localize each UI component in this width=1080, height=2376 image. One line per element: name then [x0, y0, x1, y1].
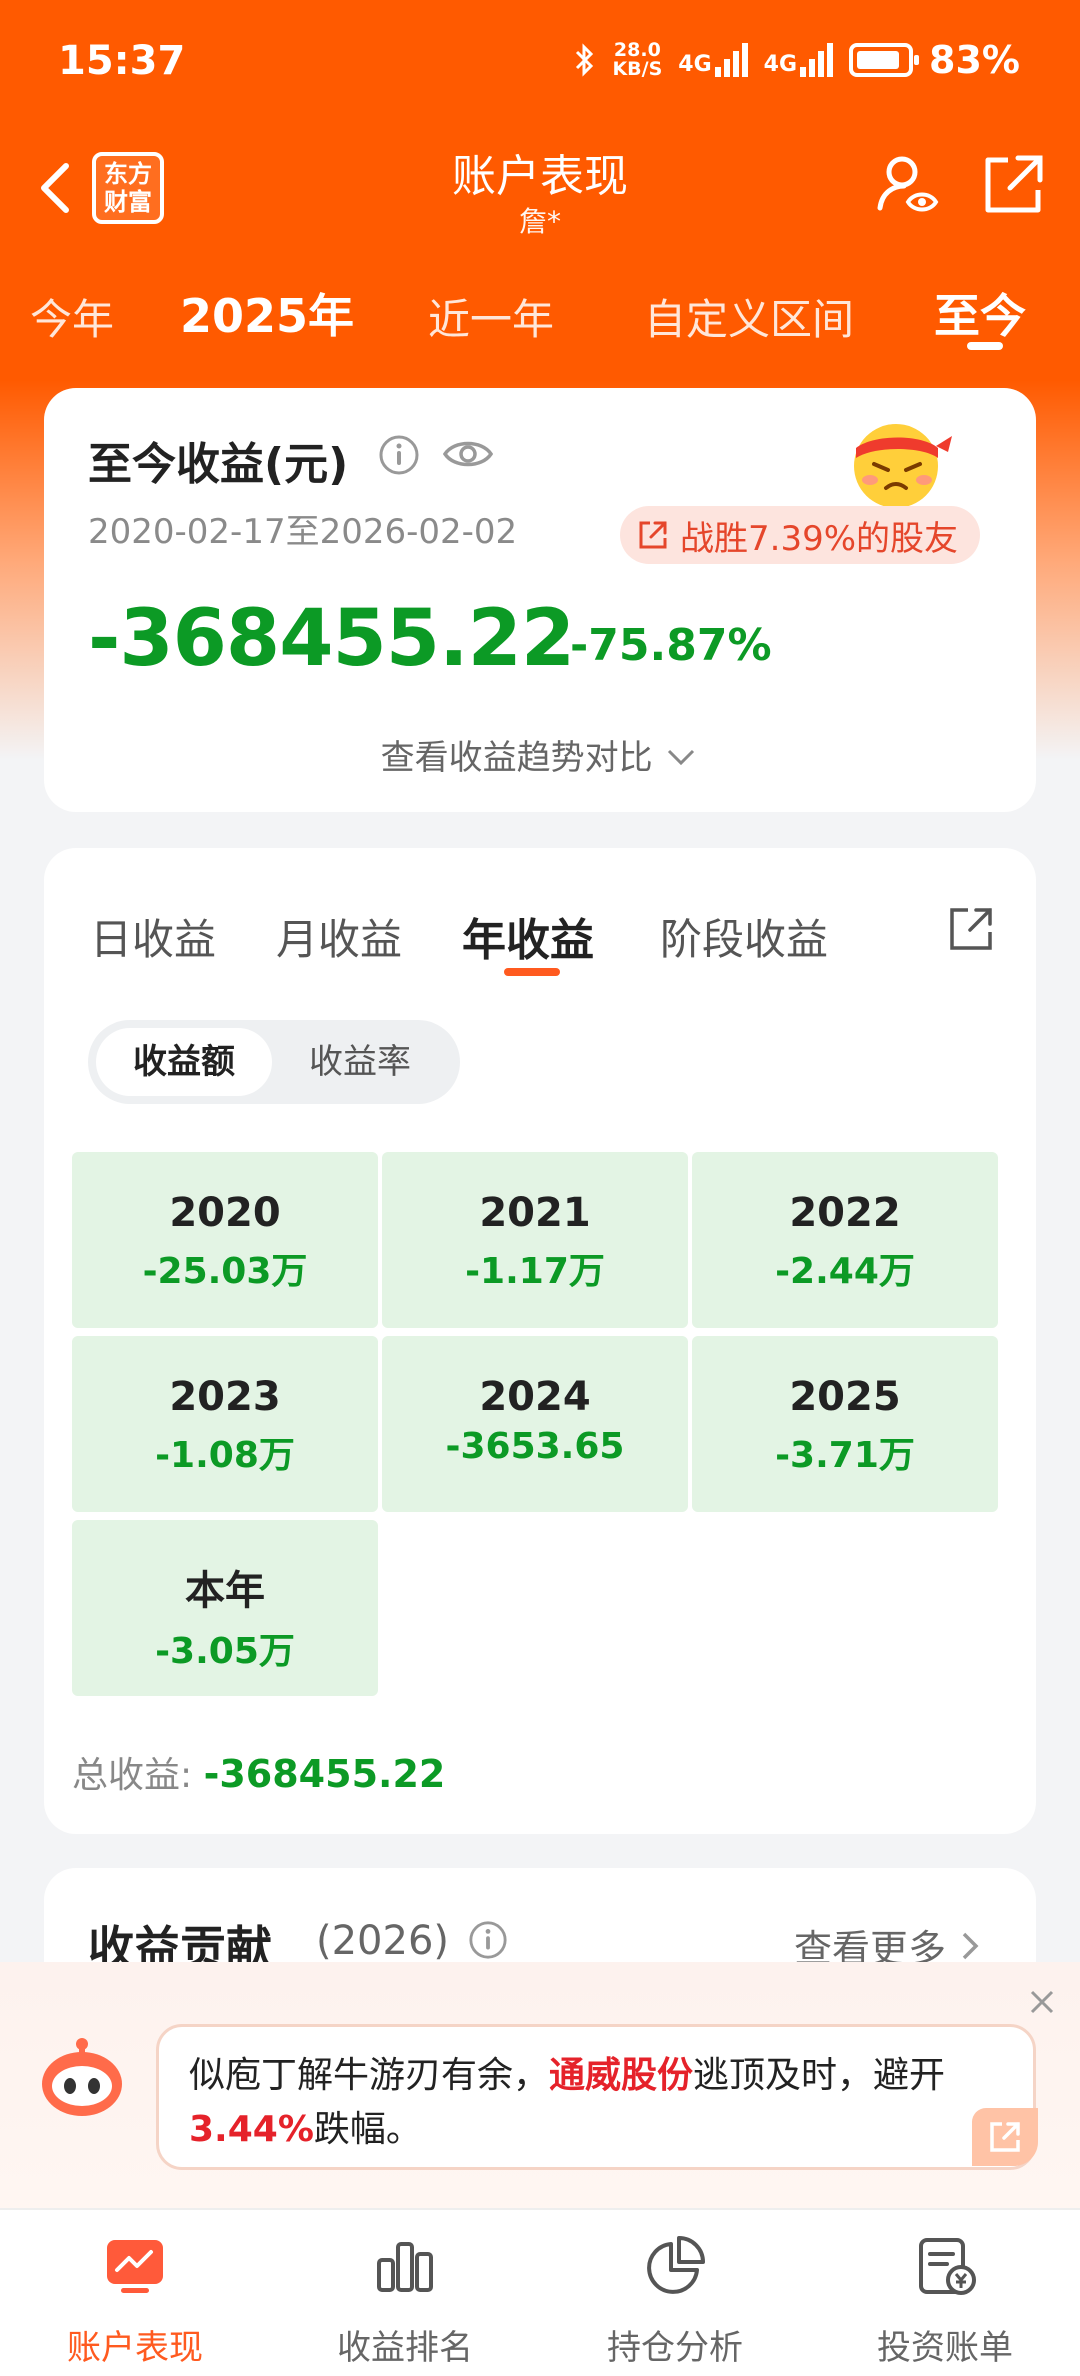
period-tab-2025[interactable]: 2025年 — [180, 280, 354, 346]
network-speed: 28.0 KB/S — [612, 39, 663, 80]
close-icon[interactable] — [1026, 1986, 1058, 2018]
date-range: 2020-02-17至2026-02-02 — [88, 512, 518, 552]
share-icon[interactable] — [978, 150, 1048, 220]
tip-share-button[interactable] — [972, 2108, 1038, 2166]
tab-indicator — [504, 968, 560, 976]
eye-icon[interactable] — [442, 434, 494, 474]
toggle-rate[interactable]: 收益率 — [272, 1028, 448, 1096]
app-header: 东方 财富 账户表现 詹* — [0, 130, 1080, 250]
beat-peers-text: 战胜7.39%的股友 — [680, 518, 959, 559]
info-icon[interactable] — [468, 1920, 508, 1960]
robot-assistant-icon — [42, 2038, 122, 2116]
signal-icon: 4G — [764, 43, 834, 77]
year-cell[interactable]: 2023 -1.08万 — [72, 1336, 378, 1512]
tab-daily-returns[interactable]: 日收益 — [90, 906, 216, 967]
tab-stage-returns[interactable]: 阶段收益 — [660, 906, 828, 967]
tab-monthly-returns[interactable]: 月收益 — [276, 906, 402, 967]
status-right: 28.0 KB/S 4G 4G 83% — [574, 38, 1020, 82]
contribution-year: (2026) — [316, 1918, 450, 1964]
performance-chart-icon — [107, 2240, 163, 2293]
period-tabs: 今年 2025年 近一年 自定义区间 至今 — [0, 270, 1080, 360]
total-returns-value: -368455.22 — [203, 1752, 446, 1796]
metric-toggle: 收益额 收益率 — [88, 1020, 460, 1104]
year-cell[interactable]: 2020 -25.03万 — [72, 1152, 378, 1328]
period-tab-indicator — [967, 342, 1003, 350]
chevron-right-icon — [962, 1932, 979, 1960]
period-tab-custom[interactable]: 自定义区间 — [644, 286, 854, 347]
tip-bubble[interactable]: 似庖丁解牛游刃有余，通威股份逃顶及时，避开3.44%跌幅。 — [156, 2024, 1036, 2170]
total-return-amount: -368455.22 — [88, 594, 575, 684]
bottom-nav: 账户表现 收益排名 持仓分析 投资账单 — [0, 2208, 1080, 2376]
share-small-icon — [639, 521, 667, 549]
period-tab-to-date[interactable]: 至今 — [934, 280, 1026, 346]
nav-investment-bill[interactable]: 投资账单 — [810, 2210, 1080, 2376]
summary-card: 至今收益(元) 2020-02-17至2026-02-02 战胜7.39%的股友… — [44, 388, 1036, 812]
mascot-emoji-icon — [854, 424, 952, 508]
total-return-percent: -75.87% — [570, 620, 772, 671]
info-icon[interactable] — [378, 434, 420, 476]
status-bar: 15:37 28.0 KB/S 4G 4G 83% — [0, 0, 1080, 120]
user-view-icon[interactable] — [872, 150, 942, 220]
status-time: 15:37 — [58, 38, 186, 84]
total-returns: 总收益: -368455.22 — [72, 1752, 446, 1796]
pie-chart-icon — [647, 2236, 705, 2294]
tab-yearly-returns[interactable]: 年收益 — [462, 904, 594, 968]
year-cell[interactable]: 2025 -3.71万 — [692, 1336, 998, 1512]
year-cell[interactable]: 本年 -3.05万 — [72, 1520, 378, 1696]
nav-holding-analysis[interactable]: 持仓分析 — [540, 2210, 810, 2376]
share-small-icon — [990, 2122, 1020, 2152]
chevron-down-icon — [668, 749, 695, 766]
share-icon[interactable] — [946, 904, 996, 954]
summary-title: 至今收益(元) — [88, 439, 349, 490]
ai-tip-banner: 似庖丁解牛游刃有余，通威股份逃顶及时，避开3.44%跌幅。 — [0, 1962, 1080, 2208]
period-tab-last-year[interactable]: 近一年 — [428, 286, 554, 347]
tip-stock-name: 通威股份 — [549, 2055, 694, 2096]
bluetooth-icon — [576, 43, 594, 77]
nav-account-performance[interactable]: 账户表现 — [0, 2210, 270, 2376]
trend-compare-link[interactable]: 查看收益趋势对比 — [44, 730, 1036, 779]
year-cell[interactable]: 2022 -2.44万 — [692, 1152, 998, 1328]
period-tab-this-year[interactable]: 今年 — [30, 286, 114, 347]
beat-peers-badge[interactable]: 战胜7.39%的股友 — [620, 506, 981, 564]
tip-percent: 3.44% — [189, 2109, 314, 2150]
toggle-amount[interactable]: 收益额 — [96, 1028, 272, 1096]
battery-level: 83% — [929, 38, 1020, 82]
year-cell[interactable]: 2021 -1.17万 — [382, 1152, 688, 1328]
battery-icon — [849, 43, 920, 77]
signal-icon: 4G — [678, 43, 748, 77]
returns-card: 日收益 月收益 年收益 阶段收益 收益额 收益率 2020 -25.03万 20… — [44, 848, 1036, 1834]
bar-chart-icon — [377, 2242, 433, 2292]
nav-return-ranking[interactable]: 收益排名 — [270, 2210, 540, 2376]
year-cell[interactable]: 2024 -3653.65 — [382, 1336, 688, 1512]
bill-icon — [919, 2238, 976, 2295]
